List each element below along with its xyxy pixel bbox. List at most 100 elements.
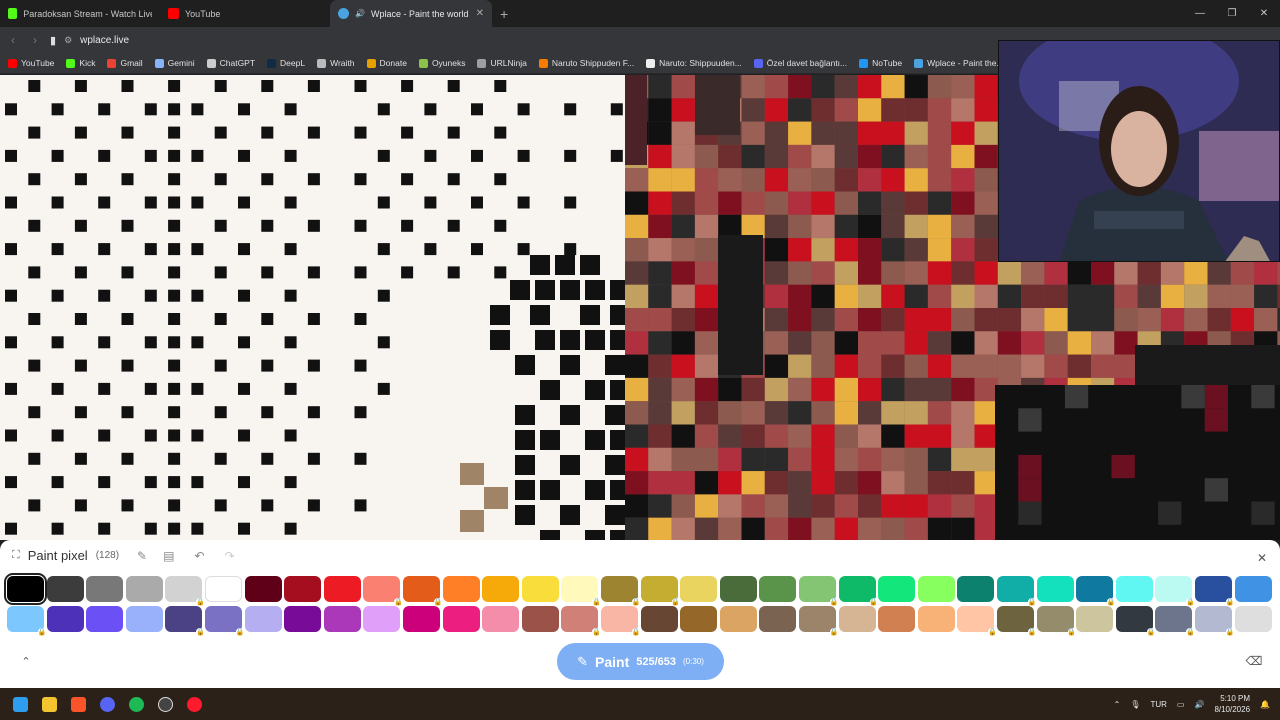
- color-swatch[interactable]: [363, 606, 401, 632]
- bookmark-item[interactable]: Gemini: [154, 58, 195, 68]
- color-swatch[interactable]: 🔒: [957, 606, 997, 636]
- bookmark-item[interactable]: Gmail: [107, 58, 143, 68]
- color-swatch[interactable]: [284, 576, 322, 602]
- color-swatch[interactable]: [403, 606, 440, 632]
- color-swatch[interactable]: [917, 606, 955, 632]
- bookmark-icon[interactable]: ▮: [50, 34, 56, 47]
- bookmark-item[interactable]: DeepL: [267, 58, 305, 68]
- redo-icon[interactable]: ↷: [225, 549, 235, 563]
- color-swatch[interactable]: 🔒: [1195, 576, 1234, 606]
- file-explorer-icon[interactable]: [35, 688, 64, 720]
- color-swatch[interactable]: [1036, 576, 1074, 602]
- opera-icon[interactable]: [180, 688, 209, 720]
- color-swatch[interactable]: 🔒: [640, 576, 680, 606]
- fullscreen-icon[interactable]: ⛶: [12, 549, 20, 562]
- color-swatch[interactable]: [759, 576, 797, 602]
- bookmark-item[interactable]: YouTube: [8, 58, 54, 68]
- color-swatch[interactable]: [1115, 576, 1153, 602]
- color-swatch[interactable]: 🔒: [601, 606, 640, 636]
- color-swatch[interactable]: [482, 606, 520, 632]
- color-swatch[interactable]: 🔒: [1155, 606, 1195, 636]
- color-swatch[interactable]: [719, 576, 757, 602]
- color-swatch[interactable]: 🔒: [1076, 576, 1116, 606]
- forward-icon[interactable]: ›: [28, 33, 42, 47]
- url-field[interactable]: wplace.live: [80, 35, 129, 46]
- color-swatch[interactable]: [1234, 606, 1272, 632]
- notification-icon[interactable]: 🔔: [1260, 700, 1270, 709]
- color-swatch[interactable]: [284, 606, 322, 632]
- color-swatch[interactable]: [482, 576, 520, 602]
- color-swatch[interactable]: [244, 576, 282, 602]
- color-swatch[interactable]: 🔒: [1155, 576, 1195, 606]
- color-swatch[interactable]: [1234, 576, 1272, 602]
- color-swatch[interactable]: 🔒: [601, 576, 640, 606]
- color-swatch[interactable]: [759, 606, 797, 632]
- color-swatch[interactable]: [680, 606, 718, 632]
- minimize-button[interactable]: —: [1184, 0, 1216, 27]
- microphone-icon[interactable]: 🎙: [1130, 700, 1140, 709]
- color-swatch[interactable]: [521, 576, 559, 602]
- color-swatch[interactable]: [442, 576, 480, 602]
- color-swatch[interactable]: 🔒: [1036, 606, 1076, 636]
- color-swatch[interactable]: 🔒: [1195, 606, 1234, 636]
- color-swatch[interactable]: 🔒: [561, 606, 601, 636]
- bookmark-item[interactable]: Kick: [66, 58, 95, 68]
- color-swatch[interactable]: 🔒: [799, 606, 838, 636]
- collapse-panel-button[interactable]: ⌃: [14, 651, 38, 671]
- color-swatch[interactable]: 🔒: [165, 606, 205, 636]
- color-swatch[interactable]: [86, 576, 124, 602]
- color-swatch[interactable]: 🔒: [561, 576, 601, 606]
- bookmark-item[interactable]: Wplace - Paint the...: [914, 58, 1004, 68]
- bookmark-item[interactable]: Donate: [366, 58, 407, 68]
- color-swatch[interactable]: 🔒: [205, 606, 244, 636]
- color-swatch[interactable]: [86, 606, 124, 632]
- color-swatch[interactable]: [878, 606, 916, 632]
- back-icon[interactable]: ‹: [6, 33, 20, 47]
- spotify-icon[interactable]: [122, 688, 151, 720]
- color-swatch[interactable]: [917, 576, 955, 602]
- bookmark-item[interactable]: URLNinja: [477, 58, 527, 68]
- discord-icon[interactable]: [93, 688, 122, 720]
- tab-kick[interactable]: Paradoksan Stream - Watch Live on K: [0, 0, 160, 27]
- network-icon[interactable]: ▭: [1177, 700, 1185, 709]
- bookmark-item[interactable]: ChatGPT: [206, 58, 255, 68]
- tab-wplace[interactable]: 🔊 Wplace - Paint the world ✕: [330, 0, 492, 27]
- bookmark-item[interactable]: Özel davet bağlantı...: [753, 58, 847, 68]
- color-swatch[interactable]: 🔒: [1115, 606, 1155, 636]
- color-swatch[interactable]: [1076, 606, 1114, 632]
- undo-icon[interactable]: ↶: [194, 549, 204, 563]
- clock[interactable]: 5:10 PM 8/10/2026: [1214, 693, 1250, 715]
- color-swatch[interactable]: [46, 576, 84, 602]
- color-swatch[interactable]: [680, 576, 718, 602]
- color-swatch[interactable]: [125, 606, 163, 632]
- new-tab-button[interactable]: +: [492, 0, 516, 27]
- color-swatch[interactable]: [442, 606, 480, 632]
- color-swatch[interactable]: [957, 576, 995, 602]
- color-swatch[interactable]: [878, 576, 916, 602]
- chevron-up-icon[interactable]: ⌃: [1114, 700, 1121, 709]
- close-window-button[interactable]: ✕: [1248, 0, 1280, 27]
- language-indicator[interactable]: TUR: [1150, 700, 1166, 709]
- color-swatch[interactable]: 🔒: [7, 606, 46, 636]
- obs-icon[interactable]: [151, 688, 180, 720]
- color-swatch[interactable]: [838, 606, 876, 632]
- site-info-icon[interactable]: ⚙: [64, 35, 72, 46]
- color-swatch[interactable]: [46, 606, 84, 632]
- bookmark-item[interactable]: Oyuneks: [418, 58, 465, 68]
- bookmark-item[interactable]: Naruto Shippuden F...: [538, 58, 634, 68]
- eraser-icon[interactable]: ⌫: [1242, 651, 1266, 671]
- color-swatch[interactable]: [640, 606, 678, 632]
- color-swatch[interactable]: 🔒: [997, 606, 1036, 636]
- color-swatch[interactable]: [244, 606, 282, 632]
- color-swatch[interactable]: 🔒: [403, 576, 442, 606]
- color-swatch[interactable]: [205, 576, 242, 602]
- close-tab-icon[interactable]: ✕: [476, 8, 484, 19]
- bookmark-item[interactable]: Wraith: [317, 58, 355, 68]
- paint-button[interactable]: ✎ Paint 525/653 (0:30): [557, 643, 724, 680]
- color-swatch[interactable]: [323, 576, 361, 602]
- color-swatch[interactable]: [719, 606, 757, 632]
- maximize-button[interactable]: ❐: [1216, 0, 1248, 27]
- color-swatch[interactable]: [4, 573, 47, 605]
- color-swatch[interactable]: [323, 606, 361, 632]
- color-swatch[interactable]: 🔒: [165, 576, 205, 606]
